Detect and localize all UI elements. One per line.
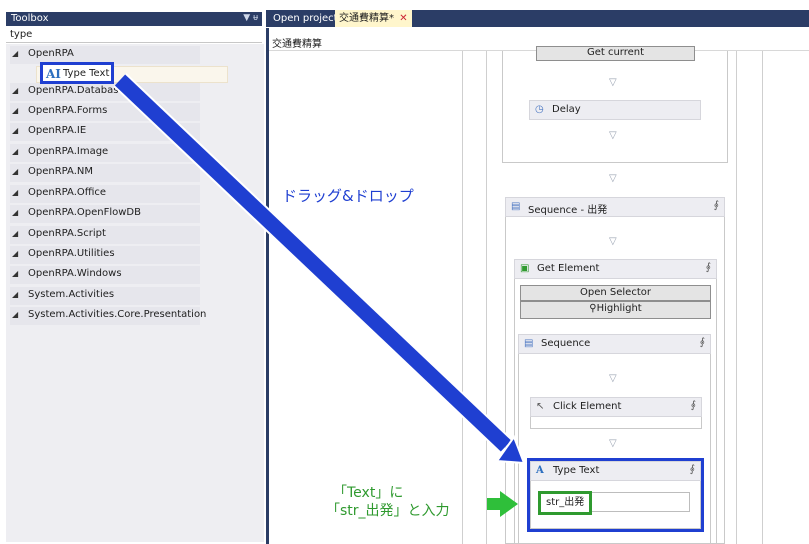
instruction-annotation-line2: 「str_出発」と入力 <box>326 503 450 519</box>
instruction-annotation-line1: 「Text」に <box>333 485 404 501</box>
drag-arrow-icon <box>113 73 526 465</box>
drag-drop-annotation: ドラッグ&ドロップ <box>282 187 414 205</box>
input-arrow-icon <box>487 491 518 517</box>
annotation-overlay <box>113 73 526 517</box>
